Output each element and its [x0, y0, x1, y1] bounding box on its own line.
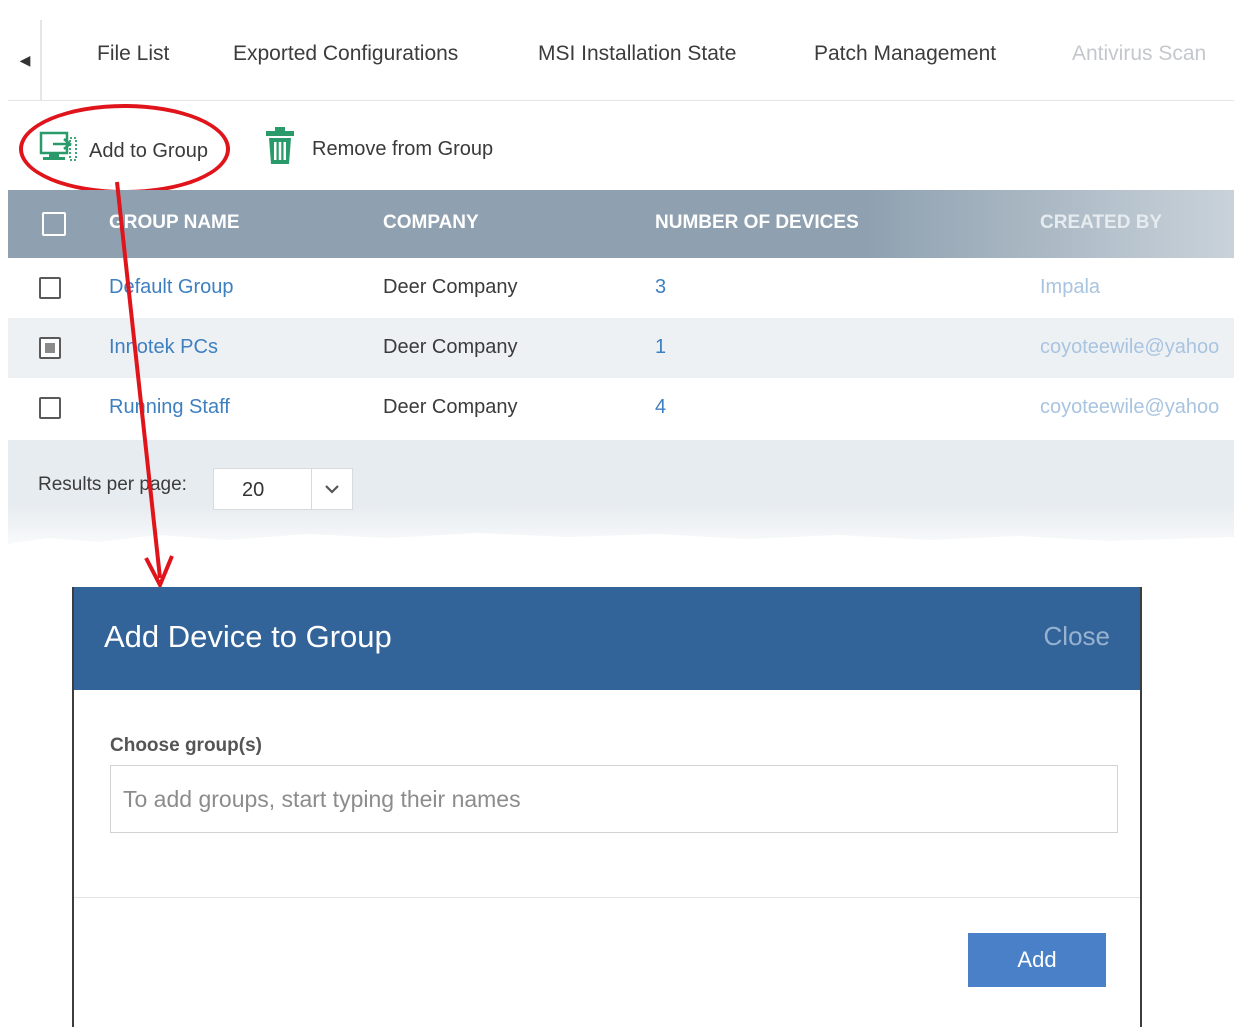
select-all-checkbox[interactable]	[42, 212, 66, 236]
dialog-close-button[interactable]: Close	[1044, 621, 1110, 652]
row-checkbox[interactable]	[39, 397, 61, 419]
tab-patch-management[interactable]: Patch Management	[814, 42, 996, 66]
created-by-link[interactable]: Impala	[1040, 276, 1100, 299]
tab-msi-installation-state[interactable]: MSI Installation State	[538, 42, 736, 66]
trash-icon	[264, 126, 296, 172]
tab-file-list[interactable]: File List	[97, 42, 169, 66]
column-header-created-by[interactable]: CREATED BY	[1040, 212, 1162, 234]
dialog-header: Add Device to Group Close	[74, 587, 1140, 690]
device-count-link[interactable]: 3	[655, 276, 666, 299]
table-header: GROUP NAME COMPANY NUMBER OF DEVICES CRE…	[8, 190, 1234, 258]
caret-left-icon: ◀	[19, 51, 31, 68]
choose-groups-input[interactable]	[110, 765, 1118, 833]
dialog-divider	[74, 897, 1140, 898]
annotation-highlight-circle	[19, 104, 230, 194]
company-cell: Deer Company	[383, 336, 518, 358]
chevron-down-icon	[311, 469, 352, 509]
row-checkbox[interactable]	[39, 337, 61, 359]
column-header-company[interactable]: COMPANY	[383, 212, 479, 234]
torn-edge-decoration	[8, 533, 1234, 560]
tab-scroll-left-button[interactable]: ◀	[10, 20, 42, 100]
group-name-link[interactable]: Innotek PCs	[109, 336, 218, 359]
device-count-link[interactable]: 4	[655, 396, 666, 419]
column-header-number-of-devices[interactable]: NUMBER OF DEVICES	[655, 212, 859, 234]
column-header-group-name[interactable]: GROUP NAME	[109, 212, 240, 234]
dialog-title: Add Device to Group	[104, 619, 392, 654]
created-by-link[interactable]: coyoteewile@yahoo	[1040, 336, 1219, 359]
add-device-to-group-dialog: Add Device to Group Close Choose group(s…	[72, 587, 1142, 1027]
group-management-panel: ◀ File List Exported Configurations MSI …	[8, 12, 1234, 560]
remove-from-group-button[interactable]: Remove from Group	[264, 126, 493, 172]
group-name-link[interactable]: Running Staff	[109, 396, 230, 419]
tab-bar: ◀ File List Exported Configurations MSI …	[8, 12, 1234, 101]
table-row: Innotek PCs Deer Company 1 coyoteewile@y…	[8, 318, 1234, 378]
tab-exported-configurations[interactable]: Exported Configurations	[233, 42, 458, 66]
device-count-link[interactable]: 1	[655, 336, 666, 359]
tab-antivirus-scan[interactable]: Antivirus Scan	[1072, 42, 1206, 66]
group-name-link[interactable]: Default Group	[109, 276, 234, 299]
remove-from-group-label: Remove from Group	[312, 137, 494, 160]
add-button[interactable]: Add	[968, 933, 1106, 987]
choose-groups-label: Choose group(s)	[110, 735, 262, 756]
company-cell: Deer Company	[383, 276, 518, 298]
company-cell: Deer Company	[383, 396, 518, 418]
table-row: Default Group Deer Company 3 Impala	[8, 258, 1234, 318]
results-per-page-label: Results per page:	[38, 474, 187, 495]
row-checkbox[interactable]	[39, 277, 61, 299]
results-per-page-select[interactable]: 20	[213, 468, 353, 510]
results-per-page-value: 20	[242, 479, 265, 501]
table-row: Running Staff Deer Company 4 coyoteewile…	[8, 378, 1234, 438]
created-by-link[interactable]: coyoteewile@yahoo	[1040, 396, 1219, 419]
